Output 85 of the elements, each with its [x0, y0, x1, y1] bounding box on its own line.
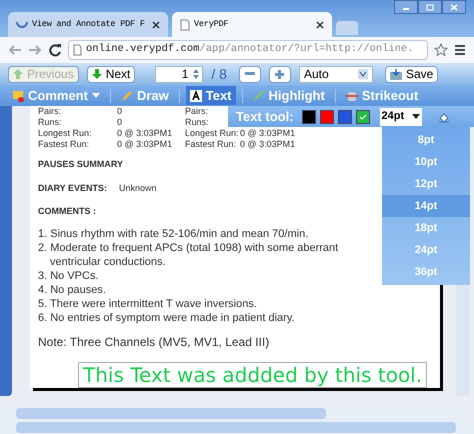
- document-text: Longest Run:: [185, 128, 240, 139]
- plus-icon: [275, 70, 284, 78]
- comment-line: 4. No pauses.: [38, 282, 107, 296]
- comment-icon: [12, 90, 24, 102]
- zoom-in-button[interactable]: [268, 66, 291, 82]
- size-option[interactable]: 8pt: [382, 129, 470, 151]
- document-text: 0 @ 3:03PM1: [240, 139, 296, 150]
- size-option[interactable]: 10pt: [382, 151, 470, 173]
- document-text: Longest Run:: [38, 128, 93, 139]
- scrollbar-thumb[interactable]: [16, 422, 456, 433]
- eraser-icon[interactable]: [438, 110, 450, 122]
- panel-label: Text tool:: [236, 108, 294, 126]
- tool-tab[interactable]: Text: [186, 86, 236, 105]
- page-icon: [73, 44, 82, 56]
- field-value: Unknown: [119, 182, 157, 194]
- comment-line: 5. There were intermittent T wave inversions.: [38, 296, 258, 310]
- next-button[interactable]: Next: [86, 66, 136, 82]
- tool-tab[interactable]: Highlight: [248, 86, 329, 105]
- document-text: Runs:: [185, 117, 210, 128]
- comment-line: 2. Moderate to frequent APCs (total 1098) with some aberrant ventricular conductions.: [38, 240, 340, 268]
- close-icon[interactable]: [316, 20, 324, 28]
- document-text: 0 @ 3:03PM1: [240, 128, 296, 139]
- field-label: DIARY EVENTS:: [38, 182, 108, 194]
- close-icon: [450, 4, 458, 10]
- tool-tab[interactable]: Comment: [8, 86, 104, 105]
- section-heading: COMMENTS :: [38, 205, 96, 218]
- reload-icon[interactable]: [48, 43, 62, 57]
- text-icon: [190, 90, 202, 102]
- zoom-out-button[interactable]: [238, 66, 261, 82]
- maximize-button[interactable]: [418, 0, 442, 14]
- browser-tab[interactable]: VeryPDF: [172, 12, 332, 37]
- color-swatch[interactable]: [356, 110, 370, 124]
- document-text: 0 @ 3:03PM1: [117, 139, 174, 150]
- zoom-select[interactable]: Auto: [298, 66, 373, 82]
- browser-tab[interactable]: View and Annotate PDF F: [8, 12, 168, 37]
- save-button[interactable]: Save: [384, 66, 438, 82]
- caret-icon: [92, 93, 100, 98]
- close-icon[interactable]: [152, 20, 160, 28]
- note-text: Note: Three Channels (MV5, MV1, Lead III): [38, 334, 270, 350]
- up-arrow-icon: [13, 69, 23, 79]
- document-text: Pairs:: [185, 106, 210, 117]
- color-swatch[interactable]: [320, 110, 334, 124]
- document-text: Runs:: [38, 117, 63, 128]
- page-field[interactable]: 1: [155, 66, 204, 82]
- maximize-icon: [426, 4, 434, 10]
- strikeout-icon: [346, 90, 358, 102]
- minus-icon: [244, 72, 255, 76]
- scrollbar-thumb[interactable]: [16, 408, 326, 419]
- address-field[interactable]: online.verypdf.com/app/annotator/?url=http://online.: [68, 40, 428, 60]
- dropdown-arrow-icon: [358, 69, 368, 79]
- document-text: Fastest Run:: [185, 139, 238, 150]
- check-icon: [358, 114, 367, 120]
- highlight-icon: [252, 90, 265, 102]
- save-icon: [390, 68, 402, 80]
- menu-icon[interactable]: [454, 44, 466, 56]
- down-arrow-icon: [92, 69, 102, 79]
- color-swatch[interactable]: [302, 110, 316, 124]
- color-swatch[interactable]: [338, 110, 352, 124]
- size-option[interactable]: 14pt: [382, 195, 470, 217]
- comment-line: 1. Sinus rhythm with rate 52-106/min and mean 70/min.: [38, 226, 310, 240]
- spinner-icon: [192, 68, 200, 80]
- size-select[interactable]: 24pt: [380, 108, 422, 126]
- section-heading: PAUSES SUMMARY: [38, 158, 124, 171]
- tool-tab[interactable]: Draw: [116, 86, 173, 105]
- close-button[interactable]: [442, 0, 466, 14]
- size-option[interactable]: 12pt: [382, 173, 470, 195]
- comment-line: 3. No VPCs.: [38, 268, 100, 282]
- tool-tab[interactable]: Strikeout: [342, 86, 422, 105]
- document-text: 0 @ 3:03PM1: [117, 128, 174, 139]
- document-text: 0: [117, 106, 124, 117]
- page-count: / 8: [211, 64, 227, 84]
- star-icon[interactable]: [434, 43, 448, 57]
- size-option[interactable]: 18pt: [382, 217, 470, 239]
- draw-icon: [120, 90, 133, 102]
- size-option[interactable]: 24pt: [382, 239, 470, 261]
- document-text: Pairs:: [38, 106, 62, 117]
- minimize-button[interactable]: [394, 0, 418, 14]
- document-text: Fastest Run:: [38, 139, 90, 150]
- caret-icon: [412, 114, 420, 119]
- size-option[interactable]: 36pt: [382, 261, 470, 283]
- loading-icon: [16, 22, 28, 28]
- document-text: 0: [117, 117, 124, 128]
- page-icon: [180, 18, 190, 30]
- comment-line: 6. No entries of symptom were made in patient diary.: [38, 310, 296, 324]
- added-text-annotation[interactable]: This Text was addded by this tool.: [78, 362, 428, 388]
